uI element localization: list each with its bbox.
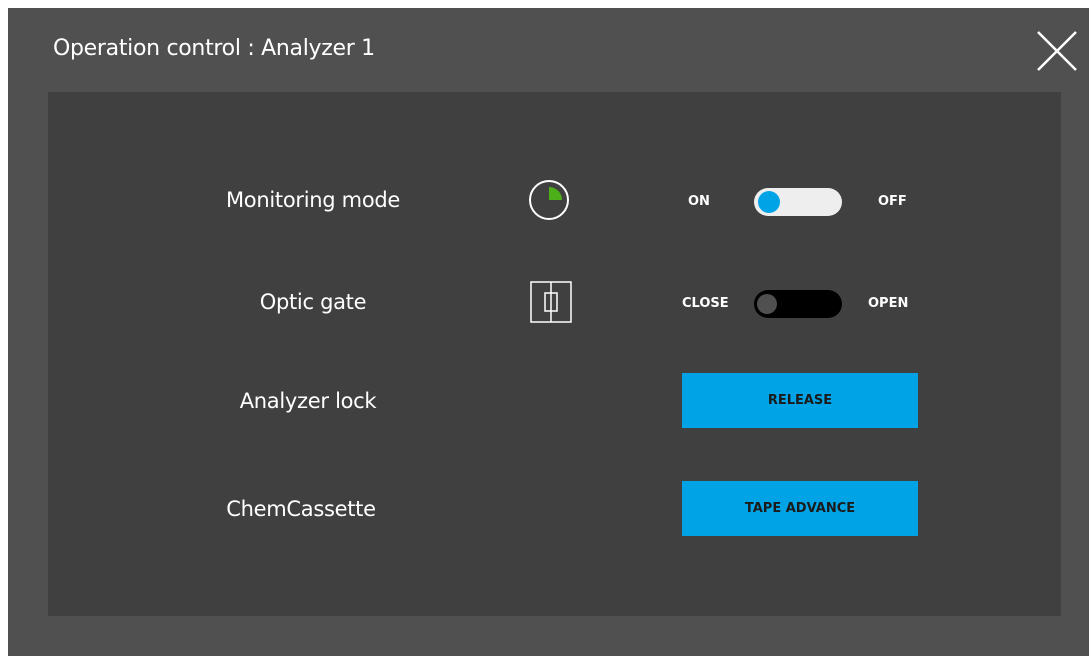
release-button[interactable]: RELEASE — [682, 373, 918, 428]
monitoring-mode-label: Monitoring mode — [225, 188, 401, 212]
operation-control-dialog: Operation control : Analyzer 1 Monitorin… — [8, 8, 1089, 656]
tape-advance-button[interactable]: TAPE ADVANCE — [682, 481, 918, 536]
monitoring-on-label: ON — [688, 194, 710, 209]
analyzer-lock-label: Analyzer lock — [239, 389, 377, 413]
optic-gate-toggle[interactable] — [754, 290, 842, 318]
close-icon — [1037, 31, 1077, 71]
monitoring-pie-icon — [529, 180, 569, 220]
toggle-knob — [758, 191, 780, 213]
optic-gate-icon — [530, 281, 572, 323]
close-button[interactable] — [1032, 26, 1082, 76]
monitoring-mode-toggle[interactable] — [754, 188, 842, 216]
optic-gate-open-label: OPEN — [868, 296, 909, 311]
toggle-knob — [757, 294, 777, 314]
monitoring-off-label: OFF — [878, 194, 907, 209]
optic-gate-close-label: CLOSE — [682, 296, 729, 311]
controls-panel: Monitoring mode ON OFF Optic gate CLOSE … — [48, 92, 1061, 616]
chemcassette-label: ChemCassette — [226, 497, 376, 521]
dialog-title: Operation control : Analyzer 1 — [53, 36, 375, 61]
optic-gate-label: Optic gate — [259, 290, 367, 314]
